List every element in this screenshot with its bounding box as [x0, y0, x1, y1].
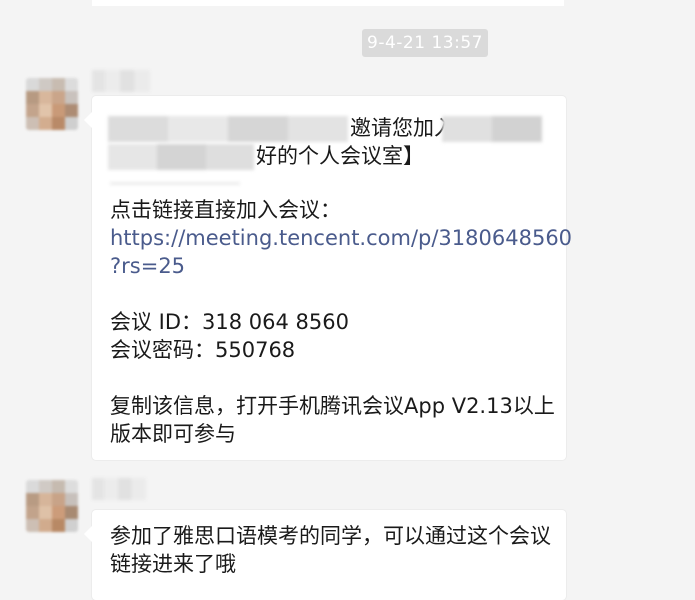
redacted-room-owner [108, 144, 254, 170]
room-text-fragment: 好的个人会议室】 [256, 144, 424, 168]
redacted-host-name [108, 116, 348, 142]
meeting-link[interactable]: https://meeting.tencent.com/p/3180648560 [110, 224, 572, 252]
instructions-text-continued: 版本即可参与 [110, 422, 236, 446]
sender-name-redacted [92, 70, 150, 92]
link-intro-text: 点击链接直接加入会议： [110, 198, 341, 222]
sender-avatar-2[interactable] [26, 480, 78, 532]
sender-name-redacted-2 [92, 478, 146, 500]
instructions-text: 复制该信息，打开手机腾讯会议App V2.13以上 [110, 394, 555, 418]
redacted-underline [110, 182, 240, 185]
announcement-text-continued: 链接进来了哦 [110, 552, 236, 576]
sender-avatar[interactable] [26, 78, 78, 130]
message-timestamp: 9-4-21 13:57 [362, 29, 488, 57]
previous-message-bubble-edge [92, 0, 564, 6]
meeting-link-continued[interactable]: ?rs=25 [110, 252, 556, 280]
meeting-invite-message[interactable]: 邀请您加入 好的个人会议室】 点击链接直接加入会议： https://meeti… [84, 96, 572, 460]
announcement-text: 参加了雅思口语模考的同学，可以通过这个会议 [110, 524, 551, 548]
meeting-id-text: 会议 ID：318 064 8560 [110, 310, 349, 334]
redacted-invite-detail [442, 116, 542, 142]
meeting-password-text: 会议密码：550768 [110, 338, 296, 362]
